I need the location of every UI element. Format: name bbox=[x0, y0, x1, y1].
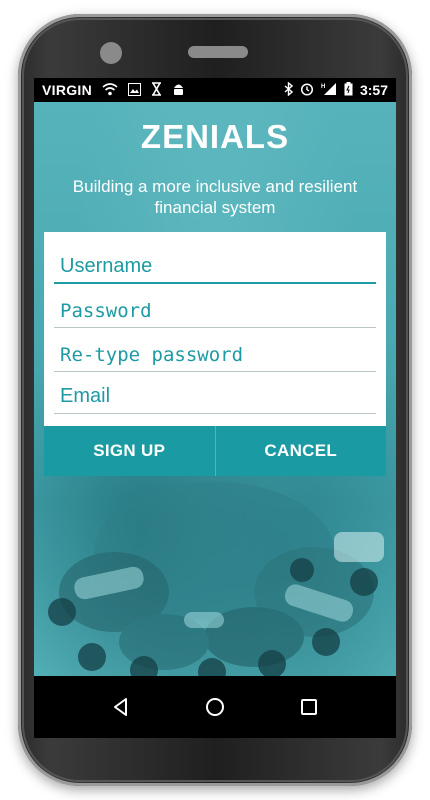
navigation-bar bbox=[34, 676, 396, 738]
svg-text:H: H bbox=[321, 84, 325, 90]
status-bar: VIRGIN H 3:57 bbox=[34, 78, 396, 102]
hourglass-icon bbox=[151, 82, 162, 98]
email-field[interactable] bbox=[54, 380, 376, 414]
clock-time: 3:57 bbox=[359, 82, 388, 98]
username-field[interactable] bbox=[54, 250, 376, 284]
front-camera bbox=[100, 42, 122, 64]
app-title: ZENIALS bbox=[140, 118, 290, 155]
password-field[interactable] bbox=[54, 294, 376, 328]
carrier-name: VIRGIN bbox=[42, 82, 93, 98]
home-icon[interactable] bbox=[195, 687, 235, 727]
retype-password-field[interactable] bbox=[54, 338, 376, 372]
android-icon bbox=[172, 82, 185, 98]
battery-icon bbox=[344, 82, 353, 98]
signup-screen: ZENIALS Building a more inclusive and re… bbox=[34, 102, 396, 676]
status-right: H 3:57 bbox=[284, 81, 396, 98]
alarm-icon bbox=[300, 82, 314, 98]
earpiece-speaker bbox=[188, 46, 248, 58]
phone-frame: VIRGIN H 3:57 ZENIALS Building a more in… bbox=[18, 14, 412, 786]
sign-up-button[interactable]: SIGN UP bbox=[44, 426, 215, 476]
cancel-button[interactable]: CANCEL bbox=[214, 426, 386, 476]
back-icon[interactable] bbox=[101, 687, 141, 727]
image-icon bbox=[128, 82, 142, 98]
cell-signal-icon: H bbox=[321, 82, 337, 98]
recents-icon[interactable] bbox=[289, 687, 329, 727]
action-buttons: SIGN UP CANCEL bbox=[44, 426, 386, 476]
screen: VIRGIN H 3:57 ZENIALS Building a more in… bbox=[34, 78, 396, 738]
background-photo bbox=[48, 482, 384, 676]
status-left: VIRGIN bbox=[34, 82, 185, 98]
signup-form bbox=[44, 232, 386, 426]
app-tagline: Building a more inclusive and resilient … bbox=[72, 177, 358, 217]
wifi-signal-icon bbox=[102, 82, 118, 98]
bluetooth-icon bbox=[284, 81, 294, 98]
